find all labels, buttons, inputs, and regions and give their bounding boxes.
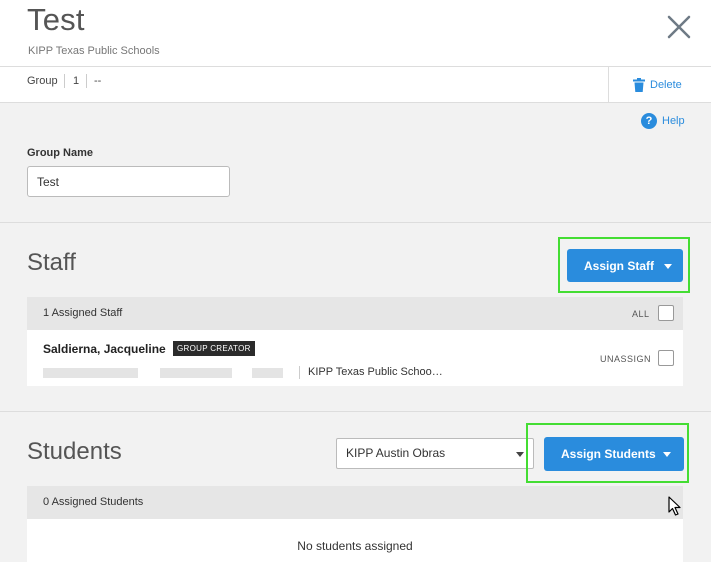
- help-label: Help: [662, 115, 685, 127]
- group-creator-badge: GROUP CREATOR: [173, 341, 255, 356]
- page-title: Test: [27, 2, 85, 37]
- assign-staff-label: Assign Staff: [584, 258, 655, 273]
- section-divider: [0, 222, 711, 223]
- group-count-value: 1: [73, 75, 80, 87]
- meta-separator: [86, 74, 87, 88]
- staff-count: 1 Assigned Staff: [43, 307, 123, 319]
- assign-students-button[interactable]: Assign Students: [544, 437, 684, 471]
- staff-school: KIPP Texas Public Schoo…: [308, 366, 443, 378]
- select-all-label: ALL: [632, 309, 650, 319]
- help-link[interactable]: ? Help: [641, 113, 685, 129]
- group-name-input[interactable]: [27, 166, 230, 197]
- students-empty-message: No students assigned: [297, 539, 413, 553]
- info-separator: [299, 366, 300, 379]
- staff-panel: 1 Assigned Staff ALL Saldierna, Jacqueli…: [27, 297, 683, 386]
- chevron-down-icon: [664, 263, 672, 269]
- modal-content: ? Help Group Name Staff Assign Staff 1 A…: [0, 103, 711, 562]
- staff-row: Saldierna, Jacqueline GROUP CREATOR KIPP…: [27, 330, 683, 386]
- unassign-checkbox[interactable]: [658, 350, 674, 366]
- page-subtitle: KIPP Texas Public Schools: [28, 45, 160, 57]
- chevron-down-icon: [663, 452, 671, 457]
- close-icon: [667, 15, 691, 39]
- section-divider: [0, 411, 711, 412]
- help-icon: ?: [641, 113, 657, 129]
- delete-area: Delete: [608, 67, 711, 103]
- group-extra-value: --: [94, 75, 102, 87]
- students-panel: 0 Assigned Students No students assigned: [27, 486, 683, 562]
- staff-panel-header: 1 Assigned Staff ALL: [27, 297, 683, 330]
- school-select-value: KIPP Austin Obras: [346, 446, 446, 460]
- assign-staff-button[interactable]: Assign Staff: [567, 249, 683, 282]
- staff-name: Saldierna, Jacqueline: [43, 342, 166, 356]
- chevron-down-icon: [516, 452, 524, 457]
- students-panel-header: 0 Assigned Students: [27, 486, 683, 519]
- close-button[interactable]: [664, 12, 694, 42]
- students-section-title: Students: [27, 438, 122, 465]
- group-name-label: Group Name: [27, 147, 94, 159]
- redacted-info: [252, 368, 283, 378]
- mouse-cursor-icon: [668, 496, 681, 516]
- redacted-info: [160, 368, 232, 378]
- select-all-checkbox[interactable]: [658, 305, 674, 321]
- staff-section-title: Staff: [27, 249, 76, 276]
- delete-label: Delete: [650, 79, 682, 91]
- group-meta-bar: Group 1 -- Delete: [0, 66, 711, 103]
- trash-icon: [633, 78, 645, 92]
- assign-students-label: Assign Students: [561, 447, 656, 461]
- students-count: 0 Assigned Students: [43, 496, 144, 508]
- delete-button[interactable]: Delete: [633, 78, 682, 92]
- school-select[interactable]: KIPP Austin Obras: [336, 438, 534, 469]
- group-type-label: Group: [27, 75, 58, 87]
- meta-separator: [64, 74, 65, 88]
- redacted-info: [43, 368, 138, 378]
- modal-header: Test KIPP Texas Public Schools: [0, 0, 711, 66]
- unassign-label: UNASSIGN: [600, 354, 652, 364]
